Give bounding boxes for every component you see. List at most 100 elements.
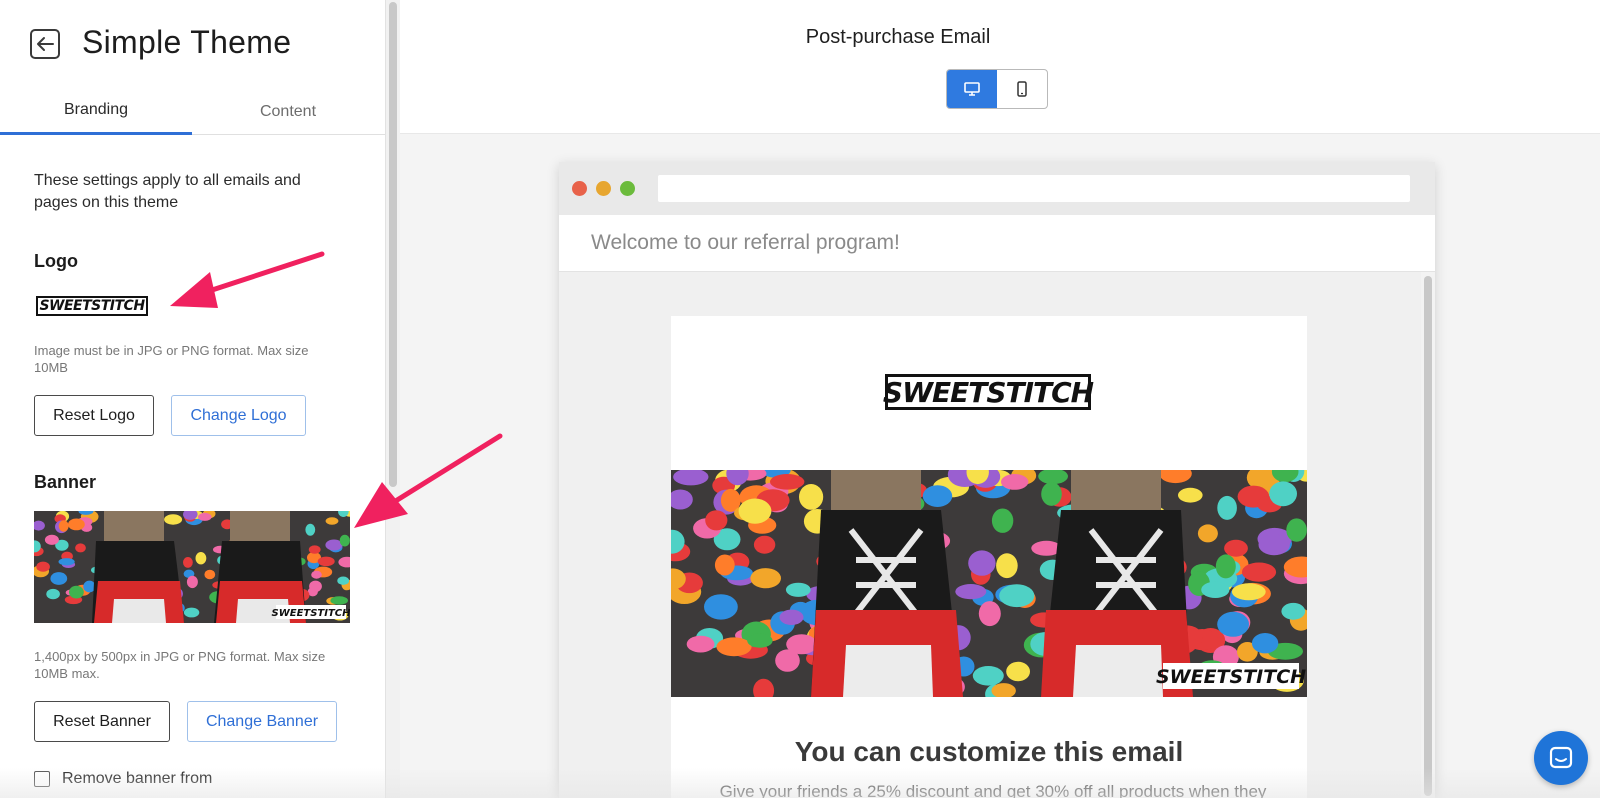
url-bar bbox=[658, 175, 1410, 202]
back-button[interactable] bbox=[30, 29, 60, 59]
page-title: Simple Theme bbox=[82, 24, 292, 60]
candy-shape bbox=[337, 576, 350, 585]
candy-shape bbox=[686, 635, 715, 653]
candy-shape bbox=[186, 575, 198, 589]
view-toggle bbox=[946, 69, 1048, 109]
back-arrow-icon bbox=[37, 37, 54, 51]
email-banner: SWEETSTITCH bbox=[671, 470, 1307, 697]
remove-banner-label: Remove banner from bbox=[62, 770, 213, 787]
logo-preview: SWEETSTITCH bbox=[36, 296, 148, 316]
email-body-text: Give your friends a 25% discount and get… bbox=[719, 782, 1267, 798]
candy-shape bbox=[999, 584, 1035, 608]
app: Simple Theme Branding Content These sett… bbox=[0, 0, 1600, 798]
preview-scrollbar[interactable] bbox=[1421, 272, 1435, 798]
candy-shape bbox=[339, 534, 350, 547]
candy-shape bbox=[1217, 495, 1237, 520]
candy-shape bbox=[1251, 633, 1279, 654]
candy-shape bbox=[183, 607, 200, 618]
banner-image: SWEETSTITCH bbox=[34, 511, 350, 623]
mobile-icon bbox=[1017, 81, 1027, 97]
candy-shape bbox=[1178, 487, 1203, 503]
candy-shape bbox=[317, 556, 335, 567]
candy-shape bbox=[1217, 611, 1249, 637]
candy-shape bbox=[1224, 539, 1248, 557]
tab-content[interactable]: Content bbox=[192, 88, 384, 135]
chat-button[interactable] bbox=[1534, 731, 1588, 785]
candy-shape bbox=[1041, 482, 1062, 506]
email-banner-image: SWEETSTITCH bbox=[671, 470, 1307, 697]
email-subject: Welcome to our referral program! bbox=[591, 231, 900, 254]
browser-chrome bbox=[559, 162, 1435, 215]
tab-branding[interactable]: Branding bbox=[0, 88, 192, 135]
candy-shape bbox=[325, 517, 339, 525]
reset-banner-button[interactable]: Reset Banner bbox=[34, 701, 170, 742]
logo-section-title: Logo bbox=[34, 251, 78, 271]
sidebar-scrollbar[interactable] bbox=[386, 0, 400, 798]
candy-shape bbox=[750, 568, 781, 589]
candy-shape bbox=[68, 518, 85, 531]
candy-shape bbox=[799, 484, 824, 510]
remove-banner-option[interactable]: Remove banner from bbox=[34, 770, 212, 788]
candy-shape bbox=[972, 666, 1004, 686]
candy-shape bbox=[204, 569, 216, 580]
candy-shape bbox=[770, 474, 805, 490]
candy-shape bbox=[785, 582, 811, 597]
change-logo-button[interactable]: Change Logo bbox=[171, 395, 306, 436]
chat-icon bbox=[1549, 746, 1573, 769]
candy-shape bbox=[978, 601, 1001, 627]
candy-shape bbox=[1281, 602, 1306, 620]
candy-shape bbox=[991, 508, 1014, 533]
candy-shape bbox=[1006, 661, 1030, 682]
sidebar-scroll-thumb[interactable] bbox=[389, 2, 397, 487]
close-dot-icon bbox=[572, 181, 587, 196]
candy-shape bbox=[996, 553, 1018, 579]
candy-shape bbox=[747, 633, 773, 648]
mobile-view-button[interactable] bbox=[997, 70, 1047, 108]
banner-logo-text: SWEETSTITCH bbox=[272, 608, 351, 619]
candy-shape bbox=[198, 512, 212, 521]
email-subject-bar: Welcome to our referral program! bbox=[559, 215, 1435, 272]
candy-shape bbox=[58, 558, 75, 566]
banner-note: 1,400px by 500px in JPG or PNG format. M… bbox=[34, 649, 326, 681]
remove-banner-checkbox[interactable] bbox=[34, 771, 50, 787]
candy-shape bbox=[779, 609, 804, 625]
banner-section-title: Banner bbox=[34, 472, 97, 492]
email-body: SWEETSTITCH SWEETSTITCH You can customiz… bbox=[559, 272, 1435, 798]
candy-shape bbox=[58, 520, 69, 532]
candy-shape bbox=[1231, 583, 1266, 601]
candy-shape bbox=[1215, 554, 1236, 579]
desktop-icon bbox=[964, 82, 980, 96]
help-text: These settings apply to all emails and p… bbox=[34, 172, 301, 211]
candy-shape bbox=[716, 637, 752, 657]
sidebar-header: Simple Theme bbox=[0, 0, 385, 88]
candy-shape bbox=[704, 594, 738, 620]
candy-shape bbox=[69, 585, 84, 599]
maximize-dot-icon bbox=[620, 181, 635, 196]
desktop-view-button[interactable] bbox=[947, 70, 997, 108]
banner-preview: SWEETSTITCH bbox=[34, 511, 350, 623]
candy-shape bbox=[786, 634, 817, 655]
candy-shape bbox=[195, 552, 207, 565]
candy-shape bbox=[1197, 524, 1218, 543]
candy-shape bbox=[330, 596, 349, 605]
change-banner-button[interactable]: Change Banner bbox=[187, 701, 337, 742]
candy-shape bbox=[305, 523, 316, 536]
preview-scroll-thumb[interactable] bbox=[1424, 276, 1432, 796]
candy-shape bbox=[308, 545, 321, 554]
sidebar: Simple Theme Branding Content These sett… bbox=[0, 0, 386, 798]
email-banner-logo-text: SWEETSTITCH bbox=[1156, 666, 1306, 688]
reset-logo-button[interactable]: Reset Logo bbox=[34, 395, 154, 436]
candy-shape bbox=[1241, 562, 1277, 582]
candy-shape bbox=[36, 561, 50, 572]
email-title: Post-purchase Email bbox=[805, 26, 991, 48]
candy-shape bbox=[753, 535, 776, 554]
preview-topbar: Post-purchase Email bbox=[400, 0, 1600, 134]
email-logo: SWEETSTITCH bbox=[882, 374, 1094, 410]
candy-shape bbox=[183, 557, 193, 568]
candy-shape bbox=[922, 485, 953, 507]
preview-area: Post-purchase Email Welcome to our refer… bbox=[400, 0, 1600, 798]
browser-mockup: Welcome to our referral program! SWEETST… bbox=[559, 162, 1435, 798]
logo-note: Image must be in JPG or PNG format. Max … bbox=[34, 343, 309, 375]
candy-shape bbox=[50, 572, 68, 585]
candy-shape bbox=[1258, 534, 1290, 556]
